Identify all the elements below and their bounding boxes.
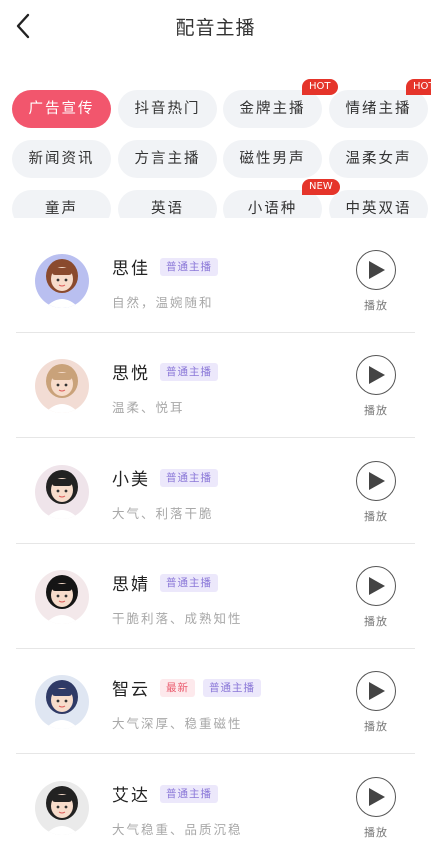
category-chip[interactable]: 金牌主播 HOT bbox=[223, 79, 338, 128]
avatar bbox=[35, 675, 89, 730]
category-label: 抖音热门 bbox=[134, 101, 201, 117]
play-button[interactable] bbox=[356, 776, 396, 817]
category-label: 广告宣传 bbox=[28, 101, 95, 117]
anchor-row[interactable]: 思悦 普通主播温柔、悦耳 播放 bbox=[0, 333, 431, 439]
category-chip[interactable]: 小语种 NEW bbox=[223, 179, 340, 218]
play-button[interactable] bbox=[356, 565, 396, 606]
anchor-name: 艾达 bbox=[112, 785, 150, 806]
anchor-tags: 最新 普通主播 bbox=[160, 679, 261, 698]
play-icon bbox=[369, 366, 385, 385]
category-chip[interactable]: 温柔女声 bbox=[329, 140, 428, 178]
anchor-row[interactable]: 智云 最新 普通主播大气深厚、稳重磁性 播放 bbox=[0, 649, 431, 755]
anchor-tags: 普通主播 bbox=[160, 468, 218, 487]
play-label: 播放 bbox=[364, 825, 388, 839]
play-label: 播放 bbox=[364, 299, 388, 312]
avatar bbox=[35, 569, 89, 624]
level-badge: 普通主播 bbox=[160, 784, 218, 803]
avatar bbox=[35, 254, 89, 308]
category-label: 温柔女声 bbox=[345, 151, 412, 167]
avatar bbox=[35, 464, 89, 519]
anchor-row[interactable]: 艾达 普通主播大气稳重、品质沉稳 播放 bbox=[0, 755, 431, 860]
anchor-description: 大气稳重、品质沉稳 bbox=[112, 821, 243, 837]
anchor-description: 自然，温婉随和 bbox=[112, 295, 214, 310]
level-badge: 普通主播 bbox=[160, 258, 218, 276]
anchor-row[interactable]: 思婧 普通主播干脆利落、成熟知性 播放 bbox=[0, 544, 431, 649]
anchor-description: 大气、利落干脆 bbox=[112, 505, 214, 521]
anchor-name: 思悦 bbox=[112, 364, 150, 385]
category-chip[interactable]: 童声 bbox=[12, 190, 111, 218]
anchor-description: 干脆利落、成熟知性 bbox=[112, 610, 243, 626]
level-badge: 普通主播 bbox=[160, 573, 218, 592]
play-button[interactable] bbox=[356, 250, 396, 290]
category-label: 新闻资讯 bbox=[28, 151, 95, 167]
category-chip[interactable]: 英语 bbox=[118, 190, 217, 218]
avatar bbox=[35, 359, 89, 414]
play-button[interactable] bbox=[356, 671, 396, 712]
anchor-description: 温柔、悦耳 bbox=[112, 400, 185, 416]
play-icon bbox=[369, 576, 385, 595]
new-badge: 最新 bbox=[160, 679, 195, 698]
anchor-name: 思佳 bbox=[112, 259, 150, 279]
category-chip[interactable]: 抖音热门 bbox=[118, 90, 217, 128]
play-icon bbox=[369, 471, 385, 490]
category-label: 中英双语 bbox=[345, 201, 412, 217]
category-chip[interactable]: 方言主播 bbox=[118, 140, 217, 178]
category-label: 磁性男声 bbox=[239, 151, 306, 167]
category-chip[interactable]: 磁性男声 bbox=[223, 140, 322, 178]
category-chip[interactable]: 情绪主播 HOT bbox=[329, 79, 431, 128]
category-chips: 广告宣传 抖音热门 金牌主播 HOT 情绪主播 HOT 新闻资讯 方言主播 磁性男声 温柔女声童声… bbox=[0, 78, 431, 218]
play-label: 播放 bbox=[364, 404, 388, 418]
anchor-tags: 普通主播 bbox=[160, 363, 218, 382]
play-icon bbox=[369, 682, 385, 701]
anchor-tags: 普通主播 bbox=[160, 573, 218, 592]
level-badge: 普通主播 bbox=[160, 468, 218, 487]
category-chip[interactable]: 中英双语 bbox=[329, 190, 428, 218]
anchor-row[interactable]: 小美 普通主播大气、利落干脆 播放 bbox=[0, 439, 431, 544]
category-label: 金牌主播 bbox=[239, 101, 306, 117]
category-label: 情绪主播 bbox=[345, 101, 412, 117]
page-title: 配音主播 bbox=[175, 17, 256, 39]
category-badge: HOT bbox=[302, 79, 338, 95]
avatar bbox=[35, 780, 89, 835]
anchor-name: 智云 bbox=[112, 680, 150, 701]
play-label: 播放 bbox=[364, 614, 388, 628]
play-icon bbox=[369, 261, 385, 279]
category-label: 英语 bbox=[151, 201, 184, 217]
category-label: 方言主播 bbox=[134, 151, 201, 167]
anchor-tags: 普通主播 bbox=[160, 784, 218, 803]
anchor-row[interactable]: 思佳 普通主播自然，温婉随和 播放 bbox=[0, 228, 431, 333]
nav-bar: 配音主播 bbox=[0, 0, 431, 52]
anchor-name: 小美 bbox=[112, 469, 150, 490]
play-button[interactable] bbox=[356, 355, 396, 396]
anchor-name: 思婧 bbox=[112, 574, 150, 595]
category-badge: NEW bbox=[302, 179, 340, 195]
anchor-tags: 普通主播 bbox=[160, 258, 218, 276]
play-label: 播放 bbox=[364, 509, 388, 523]
level-badge: 普通主播 bbox=[160, 363, 218, 382]
category-badge: HOT bbox=[406, 79, 431, 95]
play-label: 播放 bbox=[364, 720, 388, 734]
level-badge: 普通主播 bbox=[203, 679, 261, 698]
category-label: 童声 bbox=[45, 201, 78, 217]
play-button[interactable] bbox=[356, 460, 396, 501]
play-icon bbox=[369, 787, 385, 806]
category-chip[interactable]: 广告宣传 bbox=[12, 90, 111, 128]
category-chip[interactable]: 新闻资讯 bbox=[12, 140, 111, 178]
anchor-description: 大气深厚、稳重磁性 bbox=[112, 716, 243, 732]
category-label: 小语种 bbox=[247, 201, 298, 217]
